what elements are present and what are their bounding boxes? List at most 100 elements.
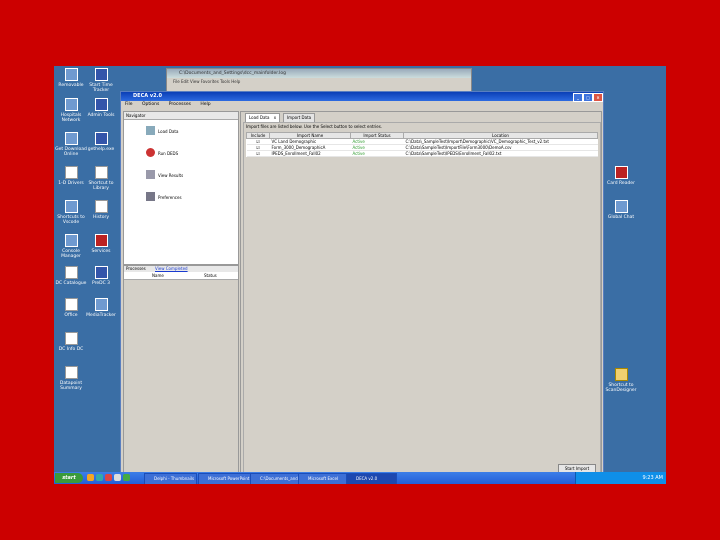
network-icon [64, 98, 78, 111]
taskbar: start Delphi - Thumbnails Microsoft Powe… [54, 472, 666, 484]
desktop-icon-gethelp[interactable]: gethelp.exe [84, 132, 118, 152]
table-row[interactable]: ☑ IPEDS_Enrollment_Fall02 Active C:\Data… [246, 150, 598, 157]
background-window-menu[interactable]: File Edit View Favorites Tools Help [167, 78, 471, 85]
tools-icon [94, 98, 108, 111]
run-deds-icon[interactable] [146, 148, 155, 157]
desktop-icon-history[interactable]: History [84, 200, 118, 220]
nav-preferences[interactable]: Preferences [158, 195, 182, 200]
desktop-icon-office[interactable]: Office [54, 298, 88, 318]
menu-file[interactable]: File [125, 102, 133, 107]
chat-icon [614, 200, 628, 213]
nav-run-deds[interactable]: Run DEDS [158, 151, 178, 156]
nav-load-data[interactable]: Load Data [158, 129, 178, 134]
processes-columns: Name Status [124, 272, 238, 280]
desktop-icon-predc[interactable]: PreDC 3 [84, 266, 118, 286]
location-cell: C:\Data\SampleTest\IPEDS\Enrollment_Fall… [403, 150, 598, 157]
content-area: Load Data x Import Data Import files are… [240, 111, 602, 479]
quicklaunch-icon[interactable] [105, 474, 112, 481]
import-status-cell: Active [350, 150, 404, 157]
deca-title-bar[interactable]: DECA v2.0 _ □ × [121, 92, 603, 102]
shortcut-icon [94, 166, 108, 179]
desktop-icon-admin-tools[interactable]: Admin Tools [84, 98, 118, 118]
download-icon [64, 132, 78, 145]
taskbar-button[interactable]: Delphi - Thumbnails [144, 473, 197, 484]
desktop-icon-services[interactable]: Services [84, 234, 118, 254]
maximize-icon[interactable]: □ [583, 93, 593, 102]
processes-panel: Processes View Completed Name Status [123, 265, 239, 475]
taskbar-button-active[interactable]: DECA v2.0 [346, 473, 397, 484]
taskbar-button[interactable]: Microsoft PowerPoint [198, 473, 255, 484]
load-data-icon[interactable] [146, 126, 155, 135]
folder-icon [64, 200, 78, 213]
quicklaunch-icon[interactable] [114, 474, 121, 481]
services-icon [94, 234, 108, 247]
tab-import-data[interactable]: Import Data [283, 113, 316, 122]
help-icon [94, 132, 108, 145]
app-icon [94, 266, 108, 279]
document-icon [64, 366, 78, 379]
window-title: DECA v2.0 [133, 93, 162, 99]
folder-icon [614, 368, 628, 381]
import-info-text: Import files are listed below. Use the S… [246, 124, 383, 129]
deca-window[interactable]: DECA v2.0 _ □ × File Options Processes H… [120, 91, 604, 481]
table-row[interactable]: ☑ VC Land Demographic Active C:\Data\_Sa… [246, 138, 598, 145]
import-table: Include Import Name Import Status Locati… [246, 132, 598, 157]
drive-icon [64, 68, 78, 81]
document-icon [64, 166, 78, 179]
tab-close-icon[interactable]: x [274, 115, 276, 120]
desktop-icon-library[interactable]: Shortcut to Library [84, 166, 118, 191]
desktop-icon-download[interactable]: Get Download Online [54, 132, 88, 157]
history-icon [94, 200, 108, 213]
navigator-panel: Navigator Load Data Run DEDS View Result… [123, 111, 239, 265]
tab-strip: Load Data x Import Data [241, 112, 601, 122]
desktop-icon-console[interactable]: Console Manager [54, 234, 88, 259]
menu-bar: File Options Processes Help [121, 101, 603, 109]
app-icon [614, 166, 628, 179]
taskbar-button[interactable]: C:\Documents_and... [250, 473, 303, 484]
document-icon [64, 266, 78, 279]
console-icon [64, 234, 78, 247]
minimize-icon[interactable]: _ [573, 93, 583, 102]
system-tray: 9:23 AM [575, 472, 666, 484]
desktop: Removable Start Time Tracker Hospitals N… [54, 66, 666, 484]
desktop-icon-global-chat[interactable]: Global Chat [604, 200, 638, 220]
menu-processes[interactable]: Processes [169, 102, 191, 107]
desktop-icon-mediatracker[interactable]: MediaTracker [84, 298, 118, 318]
desktop-icon-dc-catalogue[interactable]: DC Catalogue [54, 266, 88, 286]
quicklaunch-icon[interactable] [96, 474, 103, 481]
preferences-icon[interactable] [146, 192, 155, 201]
import-name-cell: IPEDS_Enrollment_Fall02 [269, 150, 351, 157]
include-checkbox[interactable]: ☑ [246, 150, 270, 157]
desktop-icon-dc-info[interactable]: DC Info DC [54, 332, 88, 352]
processes-title: Processes [126, 266, 146, 271]
document-icon [64, 298, 78, 311]
close-icon[interactable]: × [593, 93, 603, 102]
view-completed-link[interactable]: View Completed [155, 266, 188, 271]
desktop-icon-datapoint[interactable]: Datapoint Summary [54, 366, 88, 391]
desktop-icon-scandesigner[interactable]: Shortcut to ScanDesigner [604, 368, 638, 393]
start-button[interactable]: start [55, 473, 83, 483]
desktop-icon-vscode[interactable]: Shortcuts to Vscode [54, 200, 88, 225]
document-icon [64, 332, 78, 345]
desktop-icon-drivers[interactable]: 1-D Drivers [54, 166, 88, 186]
col-status[interactable]: Status [204, 272, 217, 279]
background-window-title[interactable]: C:\Documents_and_Settings\dcc_mainfolder… [167, 69, 471, 78]
view-results-icon[interactable] [146, 170, 155, 179]
quicklaunch-icon[interactable] [123, 474, 130, 481]
desktop-icon-removable[interactable]: Removable [54, 68, 88, 88]
desktop-icon-time-tracker[interactable]: Start Time Tracker [84, 68, 118, 93]
tab-load-data[interactable]: Load Data x [245, 113, 281, 122]
media-icon [94, 298, 108, 311]
nav-view-results[interactable]: View Results [158, 173, 183, 178]
quicklaunch-icon[interactable] [87, 474, 94, 481]
taskbar-button[interactable]: Microsoft Excel [298, 473, 351, 484]
menu-options[interactable]: Options [142, 102, 159, 107]
clock-icon [94, 68, 108, 81]
col-name[interactable]: Name [152, 272, 164, 279]
navigator-title: Navigator [124, 112, 238, 120]
desktop-icon-hospitals[interactable]: Hospitals Network [54, 98, 88, 123]
menu-help[interactable]: Help [200, 102, 210, 107]
import-pane: Import files are listed below. Use the S… [243, 122, 601, 478]
clock: 9:23 AM [642, 475, 663, 481]
desktop-icon-card-reader[interactable]: Card Reader [604, 166, 638, 186]
